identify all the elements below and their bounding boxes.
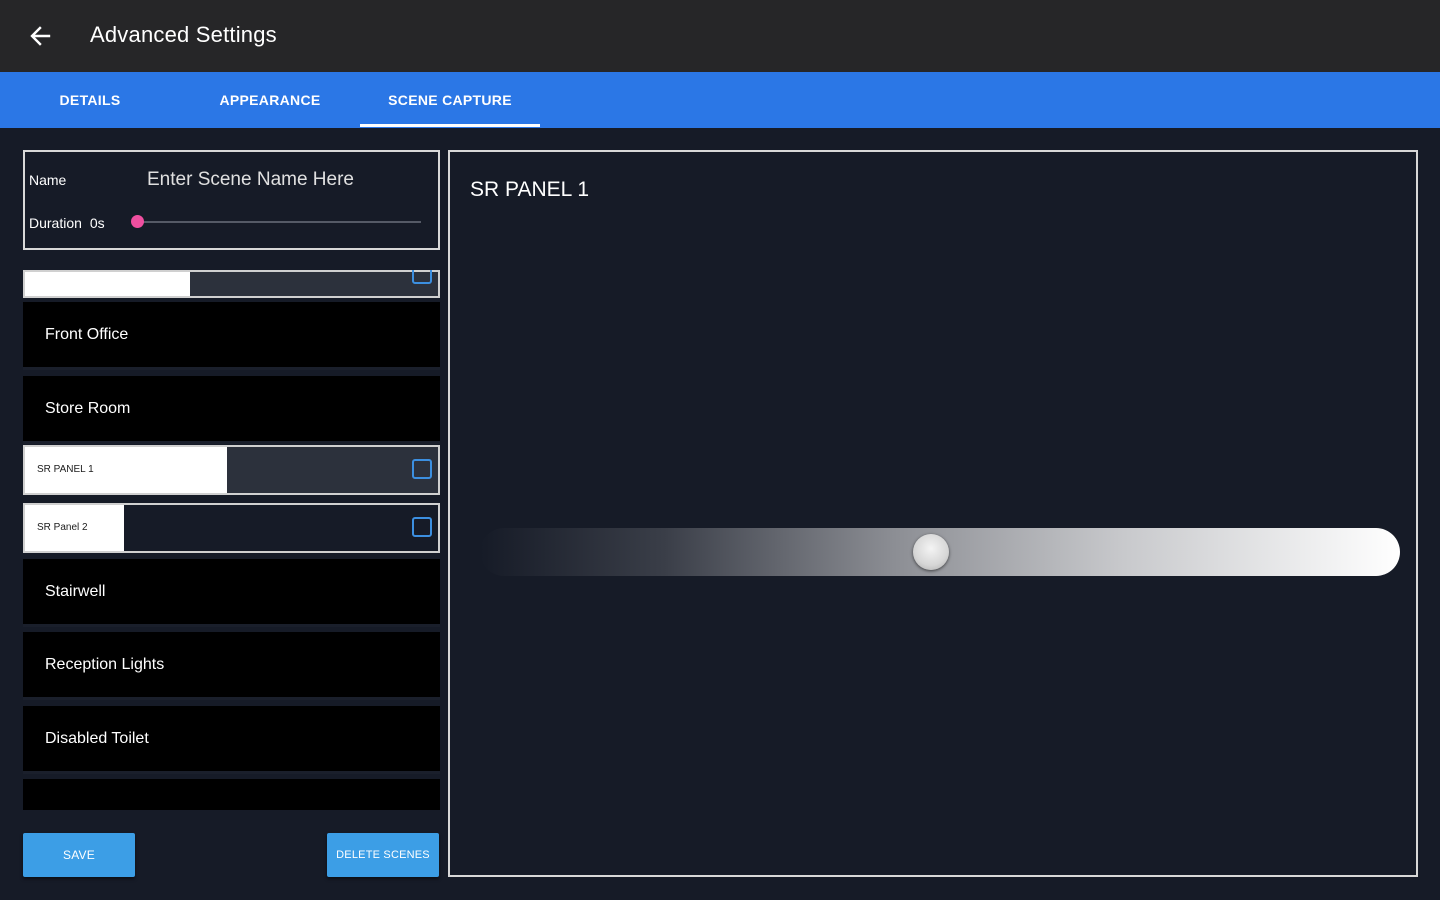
list-item[interactable]: Front Office [23,302,440,370]
duration-value: 0s [89,215,105,231]
duration-label-text: Duration [29,215,82,231]
list-item-partial[interactable] [23,270,440,298]
duration-slider-track[interactable] [137,221,421,223]
list-item-label: Disabled Toilet [45,730,149,747]
list-item[interactable]: Reception Lights [23,632,440,700]
tab-bar: DETAILS APPEARANCE SCENE CAPTURE [0,72,1440,128]
list-item-label: Reception Lights [45,656,165,673]
back-button[interactable] [24,20,56,52]
level-slider-thumb[interactable] [913,534,950,570]
save-button[interactable]: SAVE [23,833,135,877]
level-slider-track[interactable] [480,528,1400,576]
list-item-label: SR PANEL 1 [37,464,94,475]
channel-detail-panel: SR PANEL 1 [448,150,1418,877]
tab-scene-capture[interactable]: SCENE CAPTURE [360,72,540,128]
app-bar: Advanced Settings [0,0,1440,72]
tab-appearance[interactable]: APPEARANCE [180,72,360,128]
list-item-level[interactable]: SR PANEL 1 [23,445,440,495]
list-item[interactable]: Disabled Toilet [23,706,440,774]
list-item-label: Front Office [45,326,129,343]
level-fill [25,272,191,296]
duration-slider-thumb[interactable] [131,215,144,228]
channel-checkbox[interactable] [412,270,432,284]
list-item-label: Stairwell [45,583,106,600]
scene-form: Name Duration 0s [23,150,440,250]
scene-name-input[interactable] [147,166,427,194]
list-item[interactable]: Store Room [23,376,440,444]
list-item-label: SR Panel 2 [37,522,88,533]
duration-label: Duration 0s [29,215,105,231]
page-title: Advanced Settings [90,22,277,47]
channel-list[interactable]: Front Office Store Room SR PANEL 1 SR Pa… [23,270,440,810]
delete-scenes-button[interactable]: DELETE SCENES [327,833,439,877]
list-item-level[interactable]: SR Panel 2 [23,503,440,553]
list-item-partial-bottom[interactable] [23,779,440,810]
list-item-label: Store Room [45,400,131,417]
tab-details[interactable]: DETAILS [0,72,180,128]
name-label: Name [29,172,67,188]
arrow-left-icon [30,26,51,46]
list-item[interactable]: Stairwell [23,559,440,627]
channel-checkbox[interactable] [412,517,432,537]
tab-indicator [360,124,540,127]
panel-title: SR PANEL 1 [470,178,590,201]
channel-checkbox[interactable] [412,459,432,479]
